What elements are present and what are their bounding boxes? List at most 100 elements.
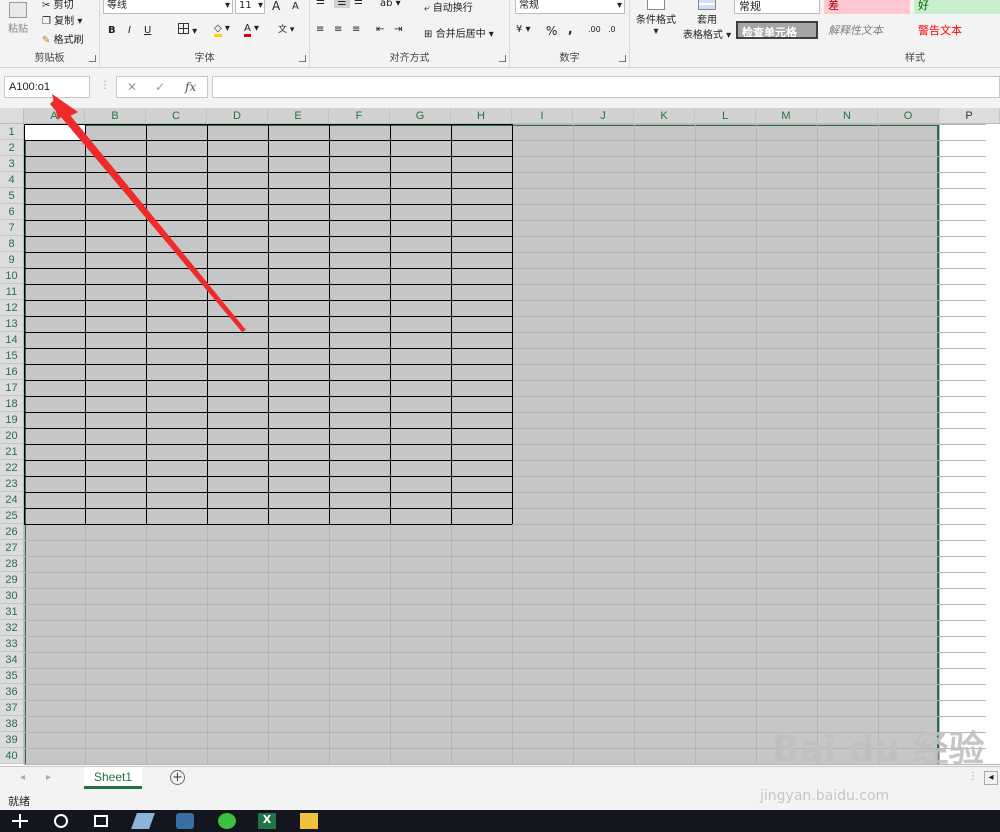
enter-icon[interactable]: ✓ [155, 80, 165, 94]
row-header[interactable]: 34 [0, 652, 24, 668]
wrap-text-button[interactable]: ⤶ 自动换行 [424, 0, 473, 14]
row-header[interactable]: 20 [0, 428, 24, 444]
insert-function-icon[interactable]: fx [185, 80, 196, 94]
column-header[interactable]: M [756, 108, 817, 124]
row-header[interactable]: 27 [0, 540, 24, 556]
italic-button[interactable]: I [128, 25, 131, 36]
row-header[interactable]: 21 [0, 444, 24, 460]
row-header[interactable]: 24 [0, 492, 24, 508]
row-header[interactable]: 4 [0, 172, 24, 188]
align-center-button[interactable]: ≡ [334, 24, 342, 35]
row-header[interactable]: 8 [0, 236, 24, 252]
row-header[interactable]: 40 [0, 748, 24, 764]
column-header[interactable]: F [329, 108, 390, 124]
hscroll-left-icon[interactable]: ◂ [984, 771, 998, 785]
decrease-decimal-button[interactable]: .0 [608, 25, 616, 34]
row-header[interactable]: 25 [0, 508, 24, 524]
column-header[interactable]: J [573, 108, 634, 124]
copy-button[interactable]: ❐ 复制 ▾ [42, 12, 82, 27]
column-header[interactable]: G [390, 108, 451, 124]
more-sheets-icon[interactable]: ⋮ [968, 771, 978, 782]
percent-button[interactable]: % [546, 24, 557, 38]
merge-center-button[interactable]: ⊞ 合并后居中 ▾ [424, 25, 494, 40]
scroll-left-icon[interactable]: ◂ [20, 772, 25, 783]
vertical-scrollbar[interactable] [986, 124, 1000, 764]
column-header[interactable]: O [878, 108, 939, 124]
dialog-launcher-icon[interactable] [619, 55, 626, 62]
format-painter-button[interactable]: ✎ 格式刷 [42, 31, 84, 46]
comma-button[interactable]: , [568, 22, 573, 36]
row-header[interactable]: 19 [0, 412, 24, 428]
border-button[interactable]: ▾ [178, 23, 197, 37]
row-header[interactable]: 16 [0, 364, 24, 380]
format-as-table-button[interactable]: 套用 表格格式 ▾ [682, 0, 732, 41]
app-icon-browser[interactable] [218, 813, 236, 829]
style-good[interactable]: 好 [914, 0, 1000, 14]
row-header[interactable]: 3 [0, 156, 24, 172]
row-header[interactable]: 22 [0, 460, 24, 476]
name-box[interactable]: A100:o1 [4, 76, 90, 98]
row-header[interactable]: 17 [0, 380, 24, 396]
currency-button[interactable]: ¥ ▾ [516, 24, 531, 35]
column-header[interactable]: L [695, 108, 756, 124]
font-name-select[interactable]: 等线 ▾ [103, 0, 233, 14]
row-header[interactable]: 5 [0, 188, 24, 204]
align-middle-button[interactable]: ☰ [334, 0, 350, 8]
row-header[interactable]: 14 [0, 332, 24, 348]
conditional-format-button[interactable]: 条件格式 ▾ [634, 0, 678, 37]
align-right-button[interactable]: ≡ [352, 24, 360, 35]
column-header[interactable]: B [85, 108, 146, 124]
column-header[interactable]: I [512, 108, 573, 124]
row-header[interactable]: 39 [0, 732, 24, 748]
number-format-select[interactable]: 常规 ▾ [515, 0, 625, 14]
row-header[interactable]: 18 [0, 396, 24, 412]
row-header[interactable]: 28 [0, 556, 24, 572]
row-header[interactable]: 29 [0, 572, 24, 588]
sheet-tab-active[interactable]: Sheet1 [84, 767, 142, 789]
bold-button[interactable]: B [108, 25, 116, 36]
font-color-button[interactable]: A ▾ [244, 23, 259, 37]
column-header[interactable]: N [817, 108, 878, 124]
add-sheet-button[interactable]: + [170, 770, 185, 785]
app-icon-pen[interactable] [131, 813, 155, 829]
style-explanatory[interactable]: 解释性文本 [824, 21, 910, 39]
increase-decimal-button[interactable]: .00 [588, 25, 601, 34]
decrease-indent-button[interactable]: ⇤ [376, 24, 384, 35]
column-header[interactable]: P [939, 108, 1000, 124]
cancel-icon[interactable]: ✕ [127, 80, 137, 94]
formula-input[interactable] [212, 76, 1000, 98]
row-header[interactable]: 31 [0, 604, 24, 620]
row-header[interactable]: 13 [0, 316, 24, 332]
row-header[interactable]: 10 [0, 268, 24, 284]
style-bad[interactable]: 差 [824, 0, 910, 14]
align-bottom-button[interactable]: ☰ [354, 0, 363, 7]
file-explorer-icon[interactable] [300, 813, 318, 829]
worksheet-grid[interactable]: A B C D E F G H I J K L M N O P 1 2 3 4 5 6 7 8 9 10 11 12 13 14 15 16 1… [0, 108, 1000, 766]
excel-icon[interactable]: X [258, 813, 276, 829]
row-header[interactable]: 38 [0, 716, 24, 732]
row-header[interactable]: 33 [0, 636, 24, 652]
orientation-button[interactable]: ab ▾ [380, 0, 401, 9]
column-header[interactable]: H [451, 108, 512, 124]
paste-button[interactable]: 粘贴 [4, 0, 32, 40]
column-header[interactable]: C [146, 108, 207, 124]
row-header[interactable]: 12 [0, 300, 24, 316]
row-header[interactable]: 11 [0, 284, 24, 300]
search-icon[interactable] [54, 814, 68, 828]
column-header[interactable]: D [207, 108, 268, 124]
grow-font-button[interactable]: A [272, 0, 280, 13]
fill-color-button[interactable]: ◇ ▾ [214, 23, 230, 37]
column-header[interactable]: K [634, 108, 695, 124]
row-header[interactable]: 6 [0, 204, 24, 220]
row-header[interactable]: 37 [0, 700, 24, 716]
phonetic-button[interactable]: 文 ▾ [278, 22, 294, 35]
row-header[interactable]: 30 [0, 588, 24, 604]
column-header[interactable]: E [268, 108, 329, 124]
dialog-launcher-icon[interactable] [299, 55, 306, 62]
column-header[interactable]: A [24, 108, 85, 124]
row-header[interactable]: 23 [0, 476, 24, 492]
app-icon-media[interactable] [176, 813, 194, 829]
dialog-launcher-icon[interactable] [89, 55, 96, 62]
scroll-right-icon[interactable]: ▸ [46, 772, 51, 783]
style-warning[interactable]: 警告文本 [914, 21, 1000, 39]
